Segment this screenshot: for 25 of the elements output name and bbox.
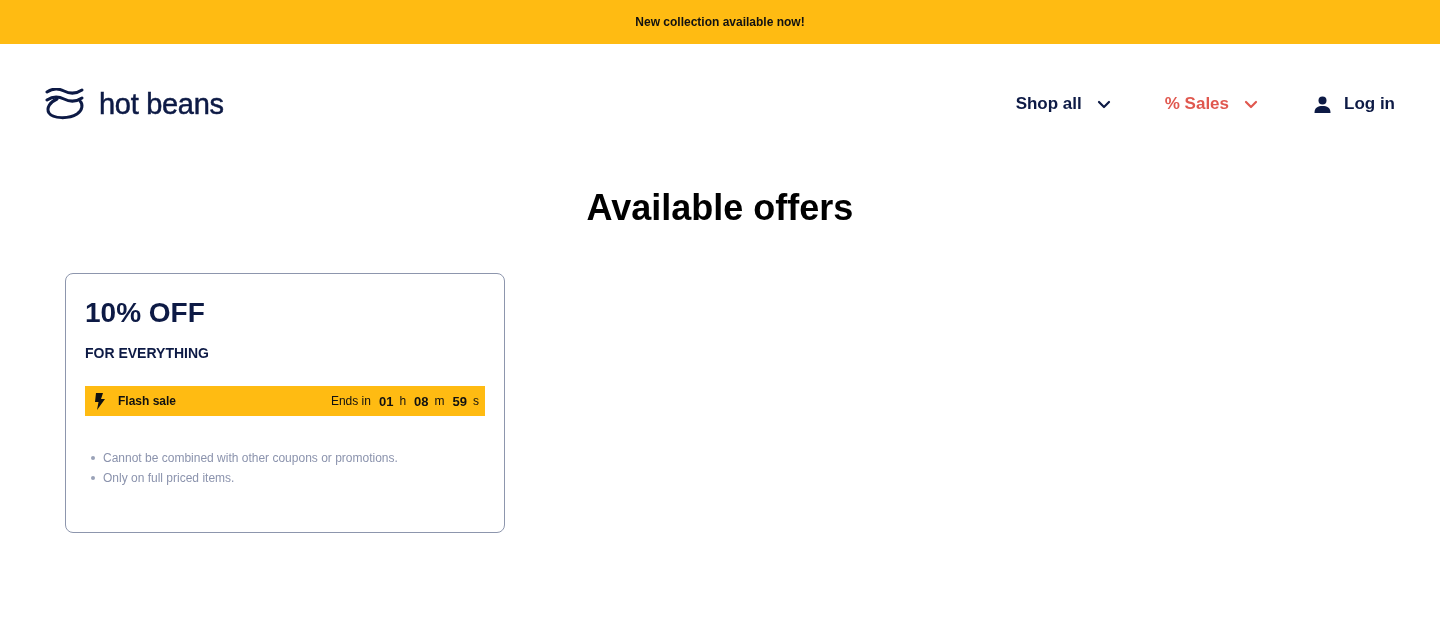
offer-term: Only on full priced items. [103,470,235,486]
page-title: Available offers [586,186,854,230]
announcement-text: New collection available now! [635,15,805,29]
lightning-bolt-icon [94,392,105,410]
countdown-value: 01 [378,393,394,409]
countdown-value: 59 [452,393,467,409]
logo-link[interactable]: hot beans [45,87,224,121]
bullet-icon [91,476,95,480]
offer-term: Cannot be combined with other coupons or promotions. [103,450,398,466]
discount-title: 10% OFF [85,296,206,330]
countdown-unit: s [473,394,479,408]
countdown-unit: h [399,394,407,408]
waves-logo-icon [45,88,85,120]
chevron-down-icon [1096,99,1111,109]
user-icon [1314,95,1331,113]
nav-menu-button[interactable]: Shop all [1015,94,1111,114]
flash-sale-label: Flash sale [118,394,177,408]
nav-menu-button[interactable]: % Sales [1164,94,1258,114]
countdown-value: 08 [414,393,429,409]
bullet-icon [91,456,95,460]
countdown-label: Ends in [330,394,371,408]
countdown-unit: m [434,394,445,408]
offer-scope: FOR EVERYTHING [85,344,210,362]
chevron-down-icon [1244,99,1258,109]
login-button[interactable]: Log in [1314,94,1395,114]
